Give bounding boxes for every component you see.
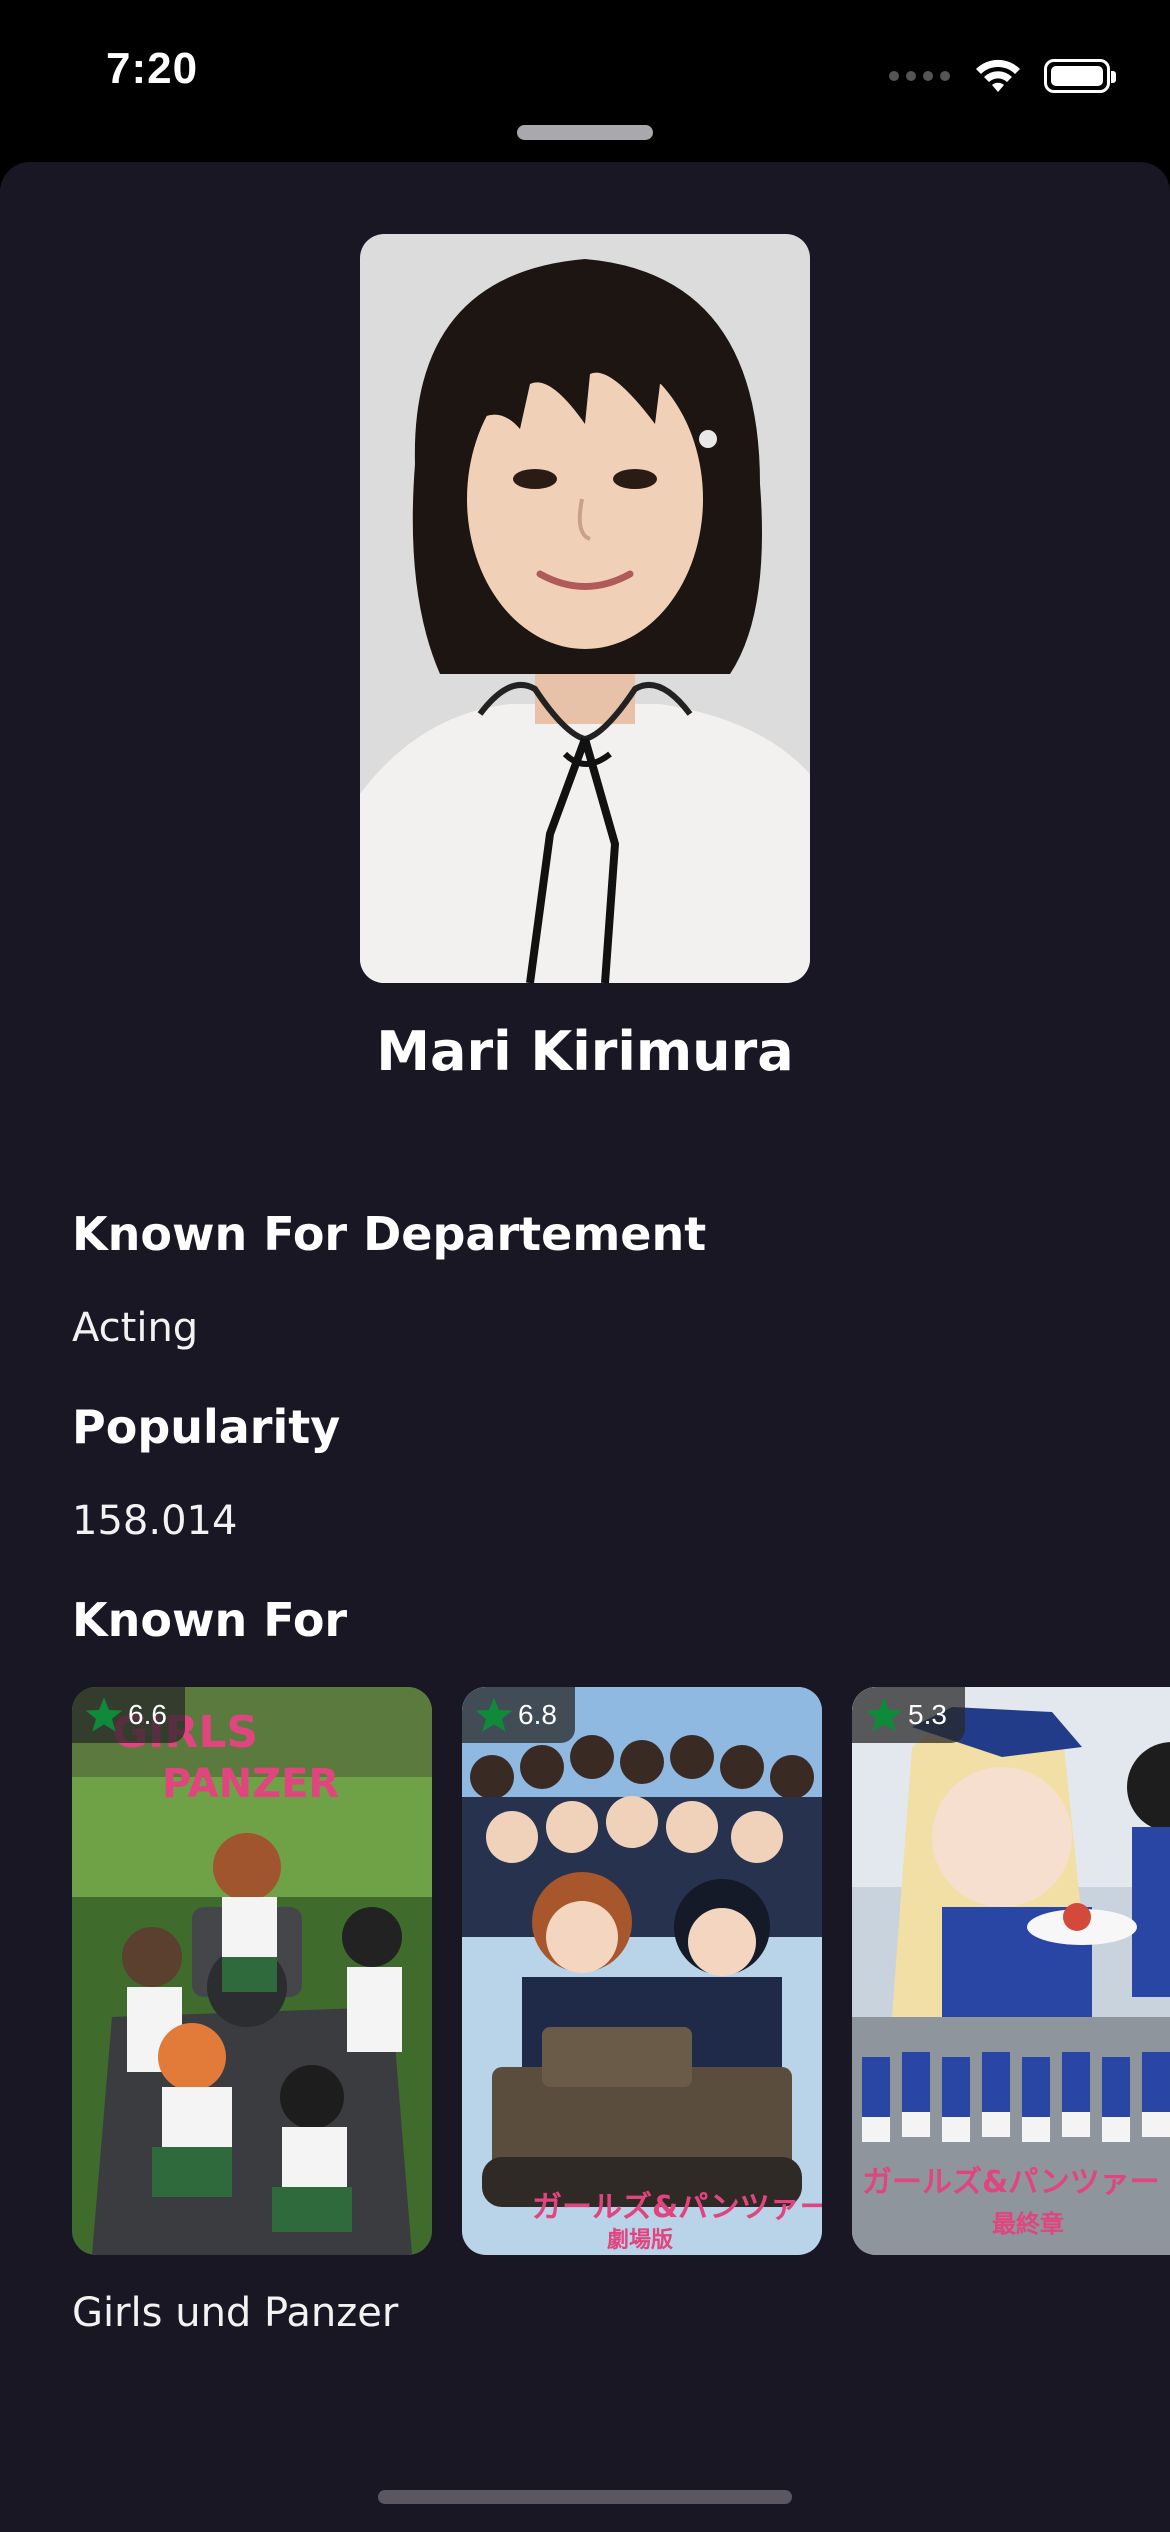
svg-text:最終章: 最終章 — [992, 2210, 1064, 2238]
sheet-grabber[interactable] — [517, 125, 653, 140]
known-for-heading: Known For — [72, 1593, 348, 1647]
status-icons — [889, 56, 1116, 96]
svg-text:ガールズ&パンツァー: ガールズ&パンツァー — [532, 2190, 822, 2225]
popularity-value: 158.014 — [72, 1498, 238, 1544]
rating-badge: 6.6 — [72, 1687, 185, 1743]
star-icon — [85, 1697, 123, 1732]
rating-badge: 6.8 — [462, 1687, 575, 1743]
svg-text:劇場版: 劇場版 — [607, 2228, 673, 2253]
rating-value: 6.8 — [518, 1699, 557, 1730]
known-for-poster-card[interactable]: GIRLS PANZER 6.6 — [72, 1687, 432, 2255]
department-value: Acting — [72, 1305, 199, 1351]
star-icon — [475, 1697, 513, 1732]
selected-movie-title: Girls und Panzer — [72, 2290, 399, 2336]
rating-value: 5.3 — [908, 1699, 947, 1730]
svg-text:ガールズ&パンツァー: ガールズ&パンツァー — [862, 2165, 1160, 2200]
popularity-heading: Popularity — [72, 1400, 341, 1454]
status-time: 7:20 — [106, 44, 199, 93]
known-for-poster-card[interactable]: ガールズ&パンツァー 最終章 5.3 — [852, 1687, 1170, 2255]
person-name: Mari Kirimura — [376, 1020, 794, 1083]
status-bar: 7:20 — [0, 0, 1170, 150]
profile-photo — [360, 234, 810, 983]
known-for-poster-card[interactable]: ガールズ&パンツァー 劇場版 6.8 — [462, 1687, 822, 2255]
rating-value: 6.6 — [128, 1699, 167, 1730]
wifi-icon — [976, 59, 1020, 92]
cellular-signal-icon — [889, 71, 950, 81]
star-icon — [865, 1697, 903, 1732]
battery-icon — [1044, 59, 1116, 93]
department-heading: Known For Departement — [72, 1207, 707, 1261]
home-indicator[interactable] — [378, 2490, 792, 2504]
svg-text:PANZER: PANZER — [162, 1761, 339, 1807]
rating-badge: 5.3 — [852, 1687, 965, 1743]
